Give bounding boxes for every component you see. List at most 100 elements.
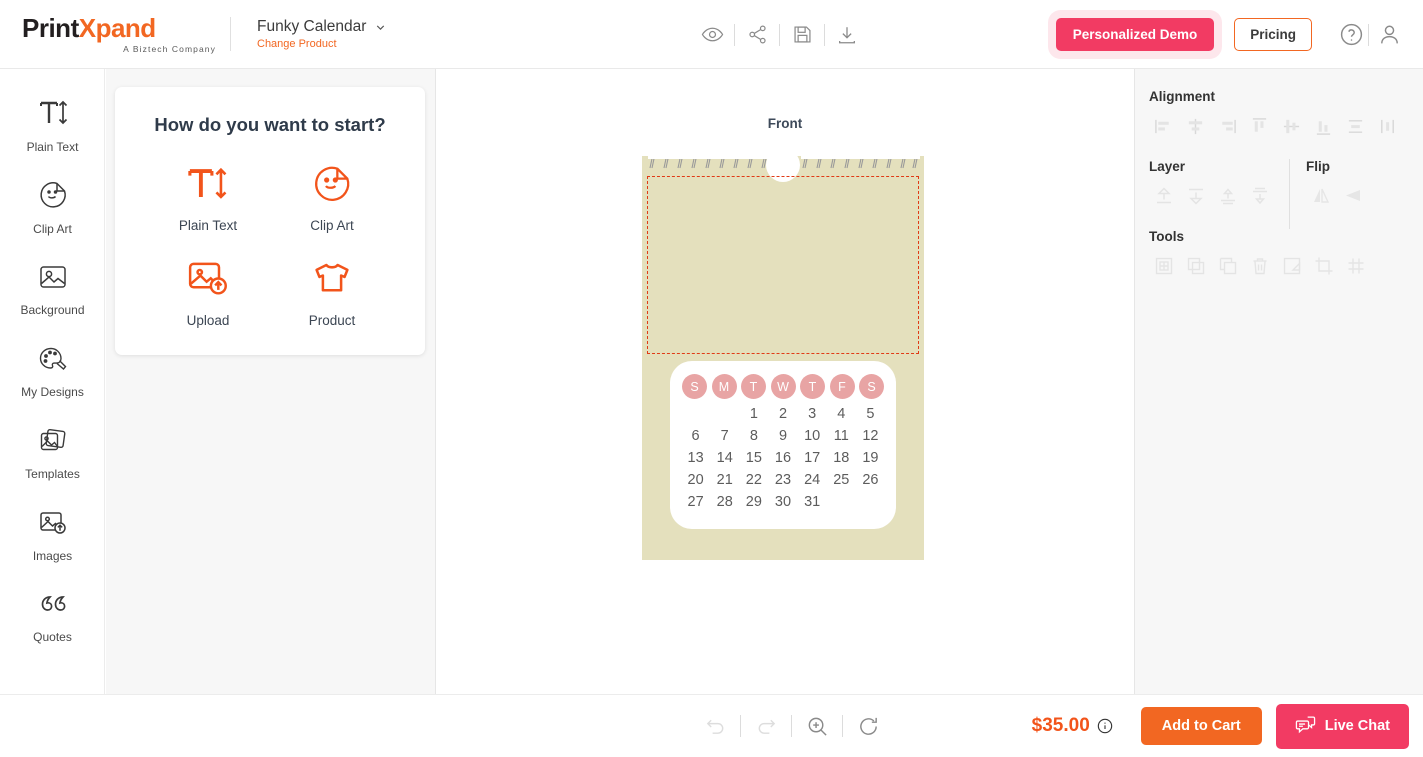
bring-forward-icon[interactable] [1213,183,1242,209]
design-tool-app: PrintXpand A Biztech Company Funky Calen… [0,0,1423,757]
product-name-label: Funky Calendar [257,18,367,35]
start-option-label: Plain Text [178,218,238,233]
user-account-icon[interactable] [1369,18,1409,52]
calendar-date-cell: 4 [837,406,846,422]
redo-icon[interactable] [741,704,791,748]
sidebar-item-quotes[interactable]: Quotes [0,577,105,659]
calendar-date-cell: 8 [749,428,758,444]
calendar-date-cell: 26 [862,472,879,488]
align-bottom-icon[interactable] [1309,113,1338,139]
align-center-horizontal-icon[interactable] [1181,113,1210,139]
calendar-blank-cell: 0 [681,406,710,422]
pricing-button[interactable]: Pricing [1234,18,1312,51]
align-right-icon[interactable] [1213,113,1242,139]
duplicate-icon[interactable] [1181,253,1210,279]
add-to-cart-button[interactable]: Add to Cart [1140,707,1262,745]
header-action-icons [690,0,869,69]
clip-art-icon [38,180,68,215]
share-icon[interactable] [735,13,779,57]
plain-text-icon [37,98,69,133]
align-middle-vertical-icon[interactable] [1277,113,1306,139]
calendar-day-header: W [770,374,796,399]
product-selector: Funky Calendar Change Product [257,18,387,50]
sidebar-label: My Designs [21,385,84,399]
calendar-day-header: M [711,374,737,399]
bottom-toolbar: $35.00 Add to Cart Live Chat [0,694,1423,757]
resize-icon[interactable] [1277,253,1306,279]
properties-panel: Alignment Layer Flip Tools [1134,69,1423,694]
upload-image-icon [186,259,230,304]
help-circle-icon[interactable] [1334,18,1368,52]
grid-icon[interactable] [1341,253,1370,279]
sidebar-item-images[interactable]: Images [0,495,105,577]
sidebar-item-templates[interactable]: Templates [0,413,105,495]
align-top-icon[interactable] [1245,113,1274,139]
zoom-in-icon[interactable] [792,704,842,748]
flip-horizontal-icon[interactable] [1306,183,1335,209]
clip-art-icon [311,164,353,209]
sidebar-item-clip-art[interactable]: Clip Art [0,167,105,249]
preview-eye-icon[interactable] [690,13,734,57]
logo-part-pand: pand [95,12,157,43]
brand-logo[interactable]: PrintXpand A Biztech Company [0,15,230,54]
sidebar-label: Quotes [33,630,72,644]
start-option-upload[interactable]: Upload [149,249,267,338]
send-backward-icon[interactable] [1245,183,1274,209]
send-to-back-icon[interactable] [1181,183,1210,209]
start-options-panel: How do you want to start? Plain Text Cli… [106,69,436,694]
canvas-tool-icons [690,704,893,748]
sidebar-item-plain-text[interactable]: Plain Text [0,85,105,167]
align-left-icon[interactable] [1149,113,1178,139]
distribute-vertical-icon[interactable] [1373,113,1402,139]
calendar-date-cell: 25 [833,472,850,488]
undo-icon[interactable] [690,704,740,748]
bring-to-front-icon[interactable] [1149,183,1178,209]
start-option-product[interactable]: Product [273,249,391,338]
layer-section-title: Layer [1149,159,1186,174]
save-icon[interactable] [780,13,824,57]
chat-bubble-icon [1295,715,1316,738]
info-circle-icon[interactable] [1097,718,1113,734]
sidebar-item-my-designs[interactable]: My Designs [0,331,105,413]
calendar-month-grid: SMTWTFS 00123456789101112131415161718192… [670,361,896,529]
start-card-title: How do you want to start? [154,114,386,135]
calendar-date-cell: 19 [862,450,879,466]
printable-area-boundary[interactable] [647,176,919,354]
design-canvas[interactable]: Front S M T W T F S 1 2 3 4 5 6 7 8 9 10… [437,69,1133,694]
live-chat-button[interactable]: Live Chat [1275,703,1409,749]
flip-vertical-icon[interactable] [1338,183,1367,209]
calendar-date-cell: 21 [716,472,733,488]
flip-section-title: Flip [1306,159,1330,174]
distribute-horizontal-icon[interactable] [1341,113,1370,139]
product-name-row[interactable]: Funky Calendar [257,18,387,36]
logo-tagline: A Biztech Company [123,43,216,54]
change-product-link[interactable]: Change Product [257,38,387,50]
product-tshirt-icon [311,259,353,304]
plain-text-icon [186,164,230,209]
calendar-date-cell: 6 [691,428,700,444]
start-card: How do you want to start? Plain Text Cli… [115,87,425,355]
sidebar-item-background[interactable]: Background [0,249,105,331]
delete-trash-icon[interactable] [1245,253,1274,279]
select-all-icon[interactable] [1149,253,1178,279]
crop-icon[interactable] [1309,253,1338,279]
images-icon [38,509,68,542]
app-header: PrintXpand A Biztech Company Funky Calen… [0,0,1423,69]
tools-icon-row [1149,253,1423,279]
layer-flip-sections: Layer Flip [1149,159,1423,229]
copy-icon[interactable] [1213,253,1242,279]
start-options-grid: Plain Text Clip Art Upload Product [115,136,425,338]
reset-refresh-icon[interactable] [843,704,893,748]
logo-text: PrintXpand [22,15,230,41]
calendar-product-preview[interactable]: SMTWTFS 00123456789101112131415161718192… [642,148,924,560]
flip-icon-row [1306,183,1367,209]
calendar-date-cell: 17 [804,450,821,466]
start-option-plain-text[interactable]: Plain Text [149,154,267,243]
calendar-date-cell: 3 [808,406,817,422]
download-icon[interactable] [825,13,869,57]
calendar-date-cell: 31 [804,494,821,510]
calendar-day-header: T [741,374,766,399]
start-option-clip-art[interactable]: Clip Art [273,154,391,243]
calendar-dates-grid: 0012345678910111213141516171819202122232… [681,406,885,510]
personalized-demo-button[interactable]: Personalized Demo [1055,18,1215,51]
